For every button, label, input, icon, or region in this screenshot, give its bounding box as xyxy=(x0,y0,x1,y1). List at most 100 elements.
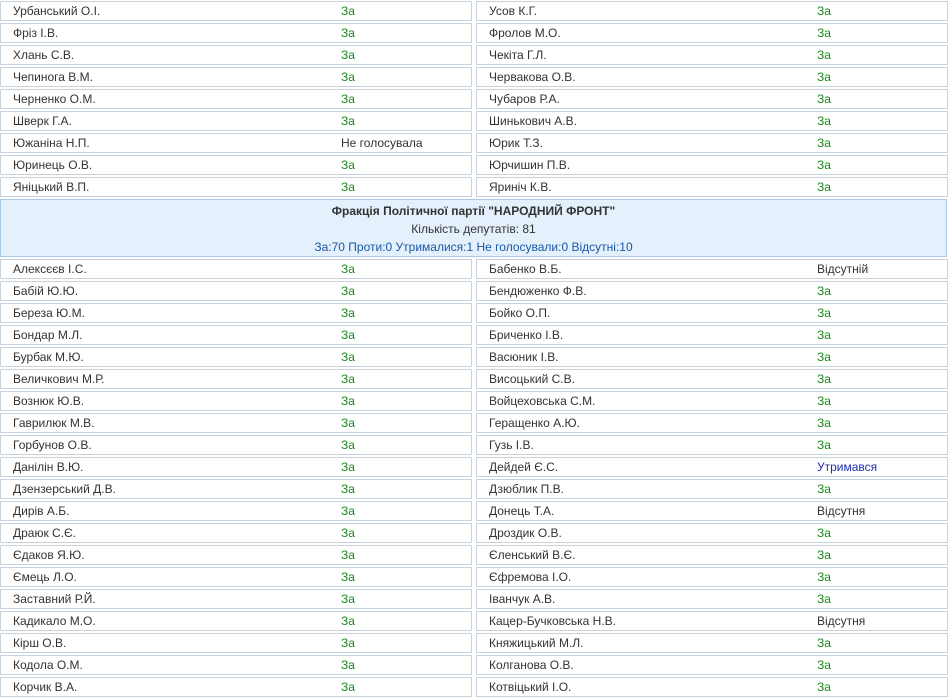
deputy-name: Заставний Р.Й. xyxy=(13,592,96,606)
deputy-vote-cell: Кадикало М.О. За xyxy=(0,611,472,631)
deputy-vote-cell: Гаврилюк М.В. За xyxy=(0,413,472,433)
table-row: Заставний Р.Й. За Іванчук А.В. За xyxy=(0,588,949,610)
deputy-name: Драюк С.Є. xyxy=(13,526,77,540)
vote-status: За xyxy=(817,48,831,62)
deputy-vote-cell: Дейдей Є.С. Утримався xyxy=(476,457,948,477)
deputy-vote-cell: Дирів А.Б. За xyxy=(0,501,472,521)
vote-status: За xyxy=(341,284,355,298)
vote-status: За xyxy=(341,460,355,474)
deputy-name: Висоцький С.В. xyxy=(489,372,575,386)
deputy-vote-cell: Геращенко А.Ю. За xyxy=(476,413,948,433)
vote-status: За xyxy=(341,180,355,194)
deputy-name: Шверк Г.А. xyxy=(13,114,72,128)
deputy-vote-cell: Чепинога В.М. За xyxy=(0,67,472,87)
deputy-name: Яриніч К.В. xyxy=(489,180,552,194)
deputy-vote-cell: Вознюк Ю.В. За xyxy=(0,391,472,411)
table-row: Дирів А.Б. За Донець Т.А. Відсутня xyxy=(0,500,949,522)
vote-status: Відсутня xyxy=(817,614,866,628)
vote-status: За xyxy=(817,4,831,18)
deputy-name: Дирів А.Б. xyxy=(13,504,70,518)
table-row: Драюк С.Є. За Дроздик О.В. За xyxy=(0,522,949,544)
vote-status: За xyxy=(341,614,355,628)
vote-status: За xyxy=(341,548,355,562)
deputy-vote-cell: Хлань С.В. За xyxy=(0,45,472,65)
table-row: Кадикало М.О. За Кацер-Бучковська Н.В. Відс… xyxy=(0,610,949,632)
table-row: Величкович М.Р. За Висоцький С.В. За xyxy=(0,368,949,390)
deputy-name: Бриченко І.В. xyxy=(489,328,564,342)
vote-status: За xyxy=(341,570,355,584)
deputy-vote-cell: Дзензерський Д.В. За xyxy=(0,479,472,499)
table-row: Кірш О.В. За Княжицький М.Л. За xyxy=(0,632,949,654)
vote-status: За xyxy=(817,114,831,128)
deputy-vote-cell: Кірш О.В. За xyxy=(0,633,472,653)
table-row: Яніцький В.П. За Яриніч К.В. За xyxy=(0,176,949,198)
vote-status: За xyxy=(817,158,831,172)
vote-status: За xyxy=(341,482,355,496)
deputy-name: Іванчук А.В. xyxy=(489,592,556,606)
deputy-name: Урбанський О.І. xyxy=(13,4,101,18)
deputy-vote-cell: Фріз І.В. За xyxy=(0,23,472,43)
deputy-name: Юрик Т.З. xyxy=(489,136,543,150)
vote-status: За xyxy=(817,70,831,84)
vote-status: За xyxy=(341,306,355,320)
deputy-vote-cell: Юрик Т.З. За xyxy=(476,133,948,153)
deputy-vote-cell: Червакова О.В. За xyxy=(476,67,948,87)
table-row: Южаніна Н.П. Не голосувала Юрик Т.З. За xyxy=(0,132,949,154)
deputy-vote-cell: Шверк Г.А. За xyxy=(0,111,472,131)
deputy-name: Чубаров Р.А. xyxy=(489,92,560,106)
deputy-name: Єдаков Я.Ю. xyxy=(13,548,85,562)
deputy-vote-cell: Дроздик О.В. За xyxy=(476,523,948,543)
table-row: Бурбак М.Ю. За Васюник І.В. За xyxy=(0,346,949,368)
deputy-vote-cell: Котвіцький І.О. За xyxy=(476,677,948,697)
deputy-vote-cell: Єфремова І.О. За xyxy=(476,567,948,587)
vote-status: За xyxy=(341,680,355,694)
table-row: Береза Ю.М. За Бойко О.П. За xyxy=(0,302,949,324)
table-row: Фріз І.В. За Фролов М.О. За xyxy=(0,22,949,44)
deputy-name: Бондар М.Л. xyxy=(13,328,83,342)
vote-status: За xyxy=(341,592,355,606)
deputy-name: Яніцький В.П. xyxy=(13,180,90,194)
deputy-name: Вознюк Ю.В. xyxy=(13,394,85,408)
faction-deputy-count: Кількість депутатів: 81 xyxy=(411,222,536,236)
vote-status: За xyxy=(817,136,831,150)
faction-vote-summary: За:70 Проти:0 Утрималися:1 Не голосували… xyxy=(314,240,633,254)
deputy-name: Фролов М.О. xyxy=(489,26,561,40)
deputy-name: Дроздик О.В. xyxy=(489,526,562,540)
table-row: Алексєєв І.С. За Бабенко В.Б. Відсутній xyxy=(0,258,949,280)
deputy-name: Шинькович А.В. xyxy=(489,114,577,128)
deputy-name: Войцеховська С.М. xyxy=(489,394,596,408)
deputy-vote-cell: Заставний Р.Й. За xyxy=(0,589,472,609)
deputy-name: Черненко О.М. xyxy=(13,92,96,106)
deputy-vote-cell: Яніцький В.П. За xyxy=(0,177,472,197)
vote-status: За xyxy=(341,70,355,84)
vote-status: За xyxy=(341,114,355,128)
faction-title: Фракція Політичної партії "НАРОДНИЙ ФРОН… xyxy=(331,204,616,218)
deputy-vote-cell: Бриченко І.В. За xyxy=(476,325,948,345)
deputy-vote-cell: Войцеховська С.М. За xyxy=(476,391,948,411)
deputy-vote-cell: Ємець Л.О. За xyxy=(0,567,472,587)
deputy-vote-cell: Васюник І.В. За xyxy=(476,347,948,367)
vote-status: За xyxy=(817,394,831,408)
vote-status: За xyxy=(817,482,831,496)
vote-status: Не голосувала xyxy=(341,136,423,150)
vote-status: За xyxy=(341,350,355,364)
vote-status: За xyxy=(817,92,831,106)
deputy-vote-table-bottom: Алексєєв І.С. За Бабенко В.Б. Відсутній Бабі… xyxy=(0,258,949,698)
vote-status: За xyxy=(817,306,831,320)
table-row: Черненко О.М. За Чубаров Р.А. За xyxy=(0,88,949,110)
deputy-vote-cell: Єленський В.Є. За xyxy=(476,545,948,565)
deputy-vote-cell: Бондар М.Л. За xyxy=(0,325,472,345)
deputy-name: Бойко О.П. xyxy=(489,306,551,320)
deputy-vote-cell: Шинькович А.В. За xyxy=(476,111,948,131)
vote-status: За xyxy=(341,92,355,106)
table-row: Єдаков Я.Ю. За Єленський В.Є. За xyxy=(0,544,949,566)
deputy-name: Данілін В.Ю. xyxy=(13,460,84,474)
table-row: Гаврилюк М.В. За Геращенко А.Ю. За xyxy=(0,412,949,434)
deputy-name: Єленський В.Є. xyxy=(489,548,576,562)
deputy-name: Юринець О.В. xyxy=(13,158,93,172)
table-row: Бондар М.Л. За Бриченко І.В. За xyxy=(0,324,949,346)
deputy-vote-cell: Урбанський О.І. За xyxy=(0,1,472,21)
deputy-vote-cell: Южаніна Н.П. Не голосувала xyxy=(0,133,472,153)
deputy-vote-cell: Єдаков Я.Ю. За xyxy=(0,545,472,565)
deputy-vote-cell: Висоцький С.В. За xyxy=(476,369,948,389)
